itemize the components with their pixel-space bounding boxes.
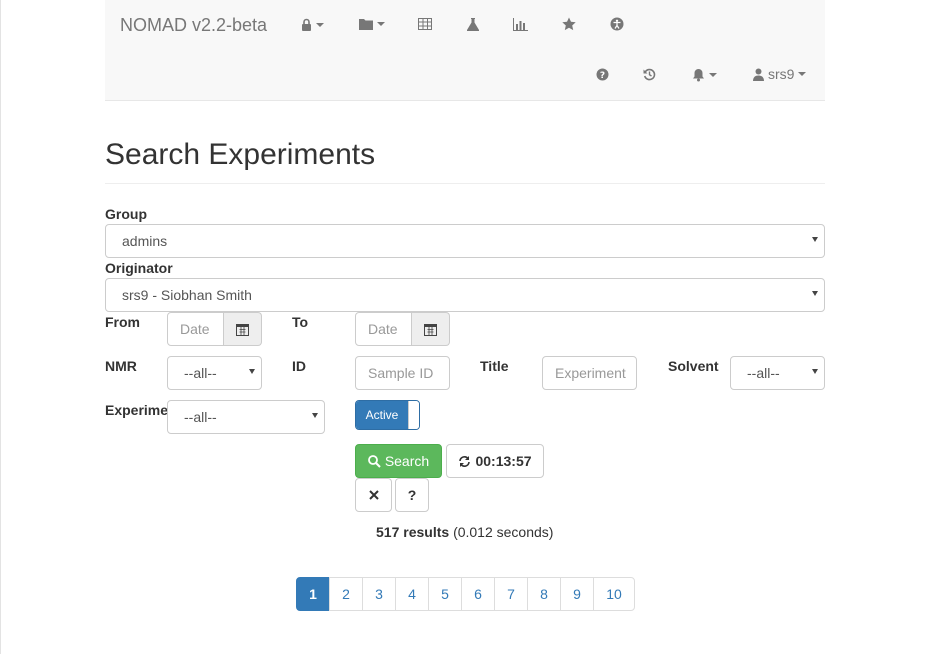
group-select[interactable]: admins <box>105 224 825 258</box>
nav-notifications-dropdown[interactable] <box>692 68 717 82</box>
flask-icon <box>467 18 479 31</box>
table-icon <box>418 18 432 30</box>
calendar-icon <box>236 323 249 336</box>
search-button[interactable]: Search <box>355 444 442 478</box>
solvent-select-value: --all-- <box>747 365 780 381</box>
question-circle-icon: ? <box>596 68 609 81</box>
page-7-link[interactable]: 7 <box>494 577 528 611</box>
to-calendar-button[interactable] <box>412 312 450 346</box>
page-3-link[interactable]: 3 <box>362 577 396 611</box>
to-date-placeholder: Date <box>368 321 398 337</box>
toggle-handle <box>408 401 419 429</box>
lock-icon <box>302 18 311 31</box>
page-4-link[interactable]: 4 <box>395 577 429 611</box>
page-left-border <box>0 0 1 654</box>
help-button[interactable]: ? <box>395 478 429 512</box>
experiment-select[interactable]: --all-- <box>167 400 325 434</box>
group-label: Group <box>105 206 147 222</box>
page-9-link[interactable]: 9 <box>560 577 594 611</box>
history-icon <box>643 68 656 81</box>
select-arrow-icon <box>312 413 318 418</box>
experiment-label: Experime <box>105 402 167 418</box>
group-select-value: admins <box>122 233 168 249</box>
refresh-timer-button[interactable]: 00:13:57 <box>446 444 544 478</box>
nav-folder-dropdown[interactable] <box>359 18 385 30</box>
nav-table[interactable] <box>418 18 432 30</box>
page-title: Search Experiments <box>105 138 376 171</box>
chevron-down-icon <box>709 73 717 77</box>
select-arrow-icon <box>249 369 255 374</box>
solvent-label: Solvent <box>668 358 719 374</box>
accessibility-icon <box>610 17 624 31</box>
user-name: srs9 <box>768 66 795 82</box>
originator-label: Originator <box>105 260 173 276</box>
experiment-title-placeholder: Experiment <box>555 365 626 381</box>
nav-history[interactable] <box>643 68 656 81</box>
originator-select[interactable]: srs9 - Siobhan Smith <box>105 278 825 312</box>
chevron-down-icon <box>377 22 385 26</box>
nmr-select[interactable]: --all-- <box>167 356 262 390</box>
sample-id-input[interactable]: Sample ID <box>355 356 450 390</box>
results-summary: 517 results (0.012 seconds) <box>376 524 553 540</box>
experiment-select-value: --all-- <box>184 409 217 425</box>
nav-user-dropdown[interactable]: srs9 <box>753 66 807 82</box>
nav-flask[interactable] <box>467 18 479 31</box>
help-button-label: ? <box>407 487 417 503</box>
clear-button[interactable] <box>355 478 392 512</box>
from-date-input[interactable]: Date <box>167 312 224 346</box>
folder-icon <box>359 19 373 30</box>
nav-chart[interactable] <box>513 18 528 31</box>
search-button-label: Search <box>384 453 430 469</box>
to-label: To <box>292 314 309 330</box>
sample-id-placeholder: Sample ID <box>368 365 434 381</box>
page-1-link[interactable]: 1 <box>296 577 330 611</box>
search-icon <box>367 454 381 468</box>
title-divider <box>105 183 825 184</box>
id-label: ID <box>292 358 306 374</box>
nav-help[interactable]: ? <box>596 68 609 81</box>
results-time: (0.012 seconds) <box>453 524 554 540</box>
refresh-icon <box>459 455 471 467</box>
nmr-label: NMR <box>105 358 137 374</box>
from-calendar-button[interactable] <box>224 312 262 346</box>
active-toggle[interactable]: Active <box>355 400 420 430</box>
nav-favourites[interactable] <box>562 17 576 31</box>
to-date-input[interactable]: Date <box>355 312 412 346</box>
solvent-select[interactable]: --all-- <box>730 356 825 390</box>
svg-text:?: ? <box>600 71 605 81</box>
page-6-link[interactable]: 6 <box>461 577 495 611</box>
chevron-down-icon <box>798 72 807 76</box>
select-arrow-icon <box>812 291 818 296</box>
calendar-icon <box>424 323 437 336</box>
star-icon <box>562 17 576 31</box>
title-label: Title <box>480 358 509 374</box>
active-toggle-label: Active <box>356 401 408 429</box>
select-arrow-icon <box>812 237 818 242</box>
nav-accessibility[interactable] <box>610 17 624 31</box>
navbar: NOMAD v2.2-beta ? srs9 <box>105 0 825 101</box>
nav-lock-dropdown[interactable] <box>301 18 324 31</box>
results-count: 517 results <box>376 524 450 540</box>
bar-chart-icon <box>513 18 528 31</box>
page-8-link[interactable]: 8 <box>527 577 561 611</box>
close-icon <box>368 490 379 500</box>
pagination: 1 2 3 4 5 6 7 8 9 10 <box>296 577 635 611</box>
from-date-placeholder: Date <box>180 321 210 337</box>
chevron-down-icon <box>316 22 324 27</box>
page-5-link[interactable]: 5 <box>428 577 462 611</box>
nmr-select-value: --all-- <box>184 365 217 381</box>
page-10-link[interactable]: 10 <box>593 577 635 611</box>
brand[interactable]: NOMAD v2.2-beta <box>120 15 267 36</box>
from-label: From <box>105 314 140 330</box>
refresh-timer-label: 00:13:57 <box>475 453 532 469</box>
originator-select-value: srs9 - Siobhan Smith <box>122 287 252 303</box>
bell-icon <box>693 69 704 82</box>
select-arrow-icon <box>812 369 818 374</box>
page-2-link[interactable]: 2 <box>329 577 363 611</box>
user-icon <box>753 68 764 81</box>
experiment-title-input[interactable]: Experiment <box>542 356 637 390</box>
